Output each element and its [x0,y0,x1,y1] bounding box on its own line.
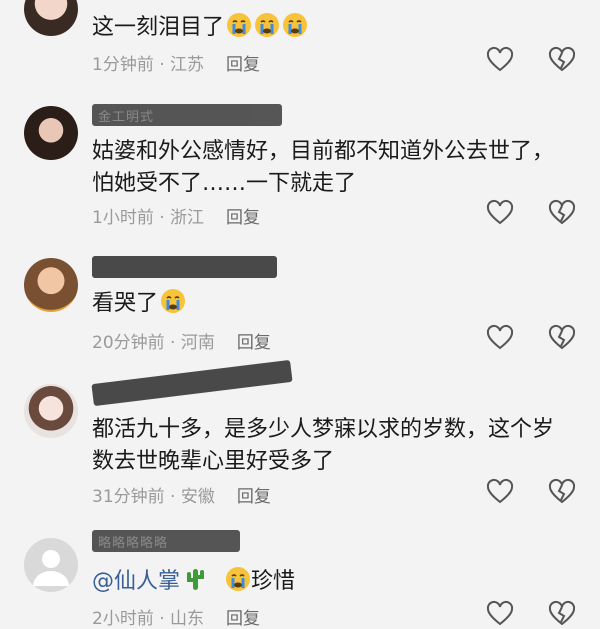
username[interactable]: 金工明式 [92,104,282,126]
dislike-button[interactable] [548,46,576,74]
broken-heart-icon [548,324,576,350]
crying-face-emoji [254,12,280,38]
comment-meta: 31分钟前 · 安徽 回复 [92,487,271,507]
timestamp: 31分钟前 [92,487,165,507]
crying-face-emoji [225,566,251,592]
username[interactable] [91,359,293,407]
heart-outline-icon [486,600,514,626]
timestamp: 1小时前 [92,208,154,228]
broken-heart-icon [548,600,576,626]
like-button[interactable] [486,600,514,628]
crying-face-emoji [226,12,252,38]
comment-text: 这一刻泪目了 [92,12,562,44]
location: 江苏 [170,55,205,75]
heart-outline-icon [486,46,514,72]
dislike-button[interactable] [548,199,576,227]
comment-meta: 1小时前 · 浙江 回复 [92,208,261,228]
avatar[interactable] [24,0,78,36]
cactus-emoji [182,566,208,592]
timestamp: 20分钟前 [92,333,165,353]
location: 安徽 [180,487,215,507]
broken-heart-icon [548,478,576,504]
avatar[interactable] [24,384,78,438]
reply-button[interactable]: 回复 [226,609,260,629]
like-button[interactable] [486,478,514,506]
like-button[interactable] [486,46,514,74]
heart-outline-icon [486,478,514,504]
comment-meta: 20分钟前 · 河南 回复 [92,333,271,353]
heart-outline-icon [486,199,514,225]
avatar[interactable] [24,538,78,592]
comment-meta: 1分钟前 · 江苏 回复 [92,55,261,75]
dislike-button[interactable] [548,478,576,506]
reply-button[interactable]: 回复 [226,208,260,228]
avatar[interactable] [24,106,78,160]
reply-button[interactable]: 回复 [226,55,260,75]
broken-heart-icon [548,46,576,72]
username[interactable] [92,256,277,278]
like-button[interactable] [486,199,514,227]
username[interactable]: 略略略略略 [92,530,240,552]
location: 山东 [170,609,205,629]
crying-face-emoji [160,288,186,314]
comment-text: 都活九十多，是多少人梦寐以求的岁数，这个岁数去世晚辈心里好受多了 [92,417,555,474]
location: 浙江 [170,208,205,228]
timestamp: 2小时前 [92,609,154,629]
broken-heart-icon [548,199,576,225]
dislike-button[interactable] [548,600,576,628]
avatar[interactable] [24,258,78,312]
crying-face-emoji [282,12,308,38]
mention-link[interactable]: @仙人掌 [92,569,180,594]
heart-outline-icon [486,324,514,350]
dislike-button[interactable] [548,324,576,352]
timestamp: 1分钟前 [92,55,154,75]
location: 河南 [180,333,215,353]
comment-meta: 2小时前 · 山东 回复 [92,609,261,629]
comment-text: 姑婆和外公感情好，目前都不知道外公去世了，怕她受不了……一下就走了 [92,139,555,196]
like-button[interactable] [486,324,514,352]
comment-text: @仙人掌 珍惜 [92,566,562,598]
reply-button[interactable]: 回复 [237,487,271,507]
reply-button[interactable]: 回复 [237,333,271,353]
comment-text: 看哭了 [92,288,562,320]
